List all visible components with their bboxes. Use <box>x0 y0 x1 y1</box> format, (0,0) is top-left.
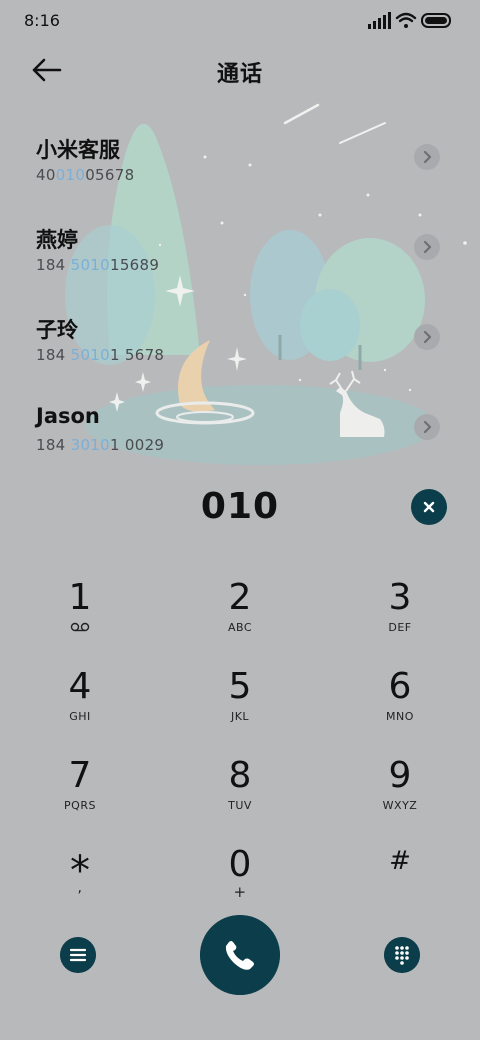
key-5[interactable]: 5 JKL <box>180 659 300 739</box>
key-8[interactable]: 8 TUV <box>180 748 300 828</box>
dialed-number[interactable]: 010 <box>0 486 480 527</box>
key-hash[interactable]: # <box>340 837 460 917</box>
key-letters: JKL <box>230 710 250 723</box>
contact-row[interactable]: 子玲 184 50101 5678 <box>0 290 480 380</box>
key-6[interactable]: 6 MNO <box>340 659 460 739</box>
key-2[interactable]: 2 ABC <box>180 570 300 650</box>
key-letters: GHI <box>69 710 91 723</box>
key-letters: ABC <box>227 621 253 634</box>
number-match-highlight: 5010 <box>70 256 110 274</box>
contact-number: 184 50101 5678 <box>36 346 164 364</box>
chevron-right-icon[interactable] <box>414 144 440 170</box>
dialpad-grid-icon[interactable] <box>384 937 420 973</box>
number-match-highlight: 3010 <box>70 436 110 454</box>
key-letters: PQRS <box>64 799 96 812</box>
key-digit: 7 <box>68 755 92 796</box>
menu-icon[interactable] <box>60 937 96 973</box>
chevron-right-icon[interactable] <box>414 234 440 260</box>
key-digit: 1 <box>68 577 92 618</box>
contact-suggestions: 小米客服 4001005678 燕婷 184 501015689 子玲 184 … <box>0 110 480 470</box>
app-header: 通话 <box>0 48 480 92</box>
status-bar: 8:16 <box>0 0 480 40</box>
key-letters: WXYZ <box>382 799 418 812</box>
voicemail-icon <box>70 622 90 632</box>
contact-name: 小米客服 <box>36 138 120 162</box>
key-digit: 2 <box>228 577 252 618</box>
chevron-right-icon[interactable] <box>414 414 440 440</box>
key-star[interactable]: * , <box>20 837 140 917</box>
contact-row[interactable]: Jason 184 30101 0029 <box>0 380 480 470</box>
number-prefix: 40 <box>36 166 56 184</box>
number-suffix: 05678 <box>85 166 135 184</box>
key-digit: 0 <box>228 844 252 885</box>
key-digit: 8 <box>228 755 252 796</box>
key-letters: MNO <box>386 710 414 723</box>
key-digit: # <box>389 846 411 876</box>
dial-entry: 010 <box>0 480 480 536</box>
contact-name: 燕婷 <box>36 228 78 252</box>
bottom-action-bar <box>0 915 480 997</box>
signal-icon <box>368 12 391 29</box>
number-prefix: 184 <box>36 256 71 274</box>
key-letters: + <box>233 883 247 901</box>
key-digit: 6 <box>388 666 412 707</box>
status-time: 8:16 <box>24 11 60 30</box>
key-letters: TUV <box>228 799 252 812</box>
number-match-highlight: 010 <box>55 166 86 184</box>
key-letters: , <box>77 880 83 896</box>
key-letters: DEF <box>388 621 412 634</box>
key-digit: 5 <box>228 666 252 707</box>
number-match-highlight: 5010 <box>70 346 110 364</box>
wifi-icon <box>395 12 417 28</box>
key-9[interactable]: 9 WXYZ <box>340 748 460 828</box>
key-digit: 3 <box>388 577 412 618</box>
clear-x-icon[interactable] <box>411 489 447 525</box>
key-digit: 4 <box>68 666 92 707</box>
key-0[interactable]: 0 + <box>180 837 300 917</box>
chevron-right-icon[interactable] <box>414 324 440 350</box>
number-suffix: 1 5678 <box>109 346 165 364</box>
contact-name: Jason <box>36 404 100 428</box>
number-prefix: 184 <box>36 346 71 364</box>
contact-number: 184 501015689 <box>36 256 159 274</box>
number-suffix: 1 0029 <box>109 436 165 454</box>
key-7[interactable]: 7 PQRS <box>20 748 140 828</box>
contact-row[interactable]: 小米客服 4001005678 <box>0 110 480 200</box>
contact-name: 子玲 <box>36 318 78 342</box>
number-prefix: 184 <box>36 436 71 454</box>
contact-number: 184 30101 0029 <box>36 436 164 454</box>
status-icons <box>368 12 451 29</box>
call-button[interactable] <box>200 915 280 995</box>
battery-icon <box>421 13 451 28</box>
number-suffix: 15689 <box>109 256 160 274</box>
page-title: 通话 <box>216 62 263 87</box>
contact-row[interactable]: 燕婷 184 501015689 <box>0 200 480 290</box>
key-4[interactable]: 4 GHI <box>20 659 140 739</box>
key-digit: 9 <box>388 755 412 796</box>
key-3[interactable]: 3 DEF <box>340 570 460 650</box>
key-1[interactable]: 1 <box>20 570 140 650</box>
contact-number: 4001005678 <box>36 166 134 184</box>
